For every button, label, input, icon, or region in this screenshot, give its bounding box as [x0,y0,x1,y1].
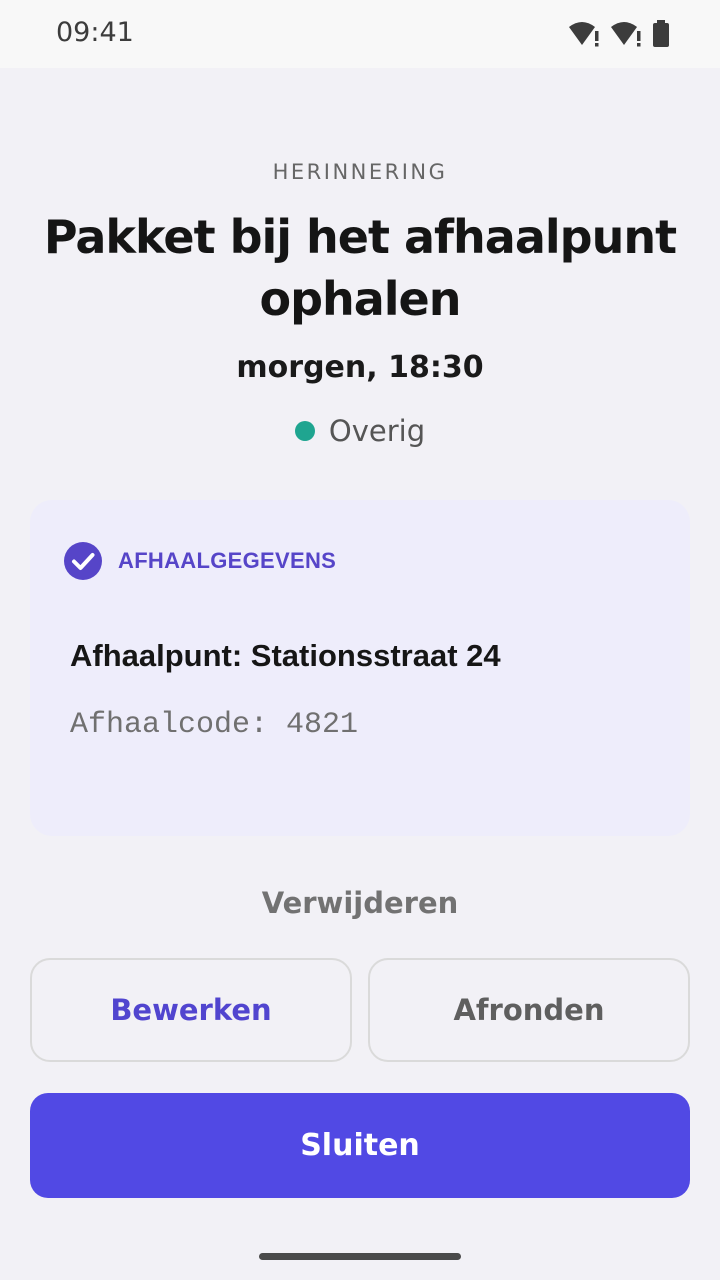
battery-icon [652,20,670,48]
page-title: Pakket bij het afhaalpunt ophalen [43,210,677,326]
status-bar: 09:41 [0,0,720,68]
pickup-location: Afhaalpunt: Stationsstraat 24 [70,638,501,673]
status-icons [568,20,670,48]
category-dot [294,421,315,441]
home-indicator[interactable] [259,1253,461,1260]
card-heading: AFHAALGEGEVENS [118,548,337,573]
category-label: Overig [328,414,426,448]
pickup-code: Afhaalcode: 4821 [70,708,359,742]
wifi-alert-icon [568,20,602,48]
wifi-alert-icon [610,20,644,48]
complete-button[interactable]: Afronden [368,958,690,1062]
edit-button[interactable]: Bewerken [30,958,352,1062]
pickup-details-card: AFHAALGEGEVENS Afhaalpunt: Stationsstraa… [30,500,690,836]
category-badge: Overig [0,414,720,448]
screen: 09:41 HERINNERING Pakket bij het afhaalp… [0,0,720,1280]
check-circle-icon [64,542,102,580]
close-button[interactable]: Sluiten [30,1093,690,1198]
card-header: AFHAALGEGEVENS [64,542,336,580]
delete-button[interactable]: Verwijderen [0,886,720,920]
status-time: 09:41 [56,17,134,48]
reminder-datetime: morgen, 18:30 [236,350,484,385]
reminder-eyebrow: HERINNERING [272,160,448,184]
